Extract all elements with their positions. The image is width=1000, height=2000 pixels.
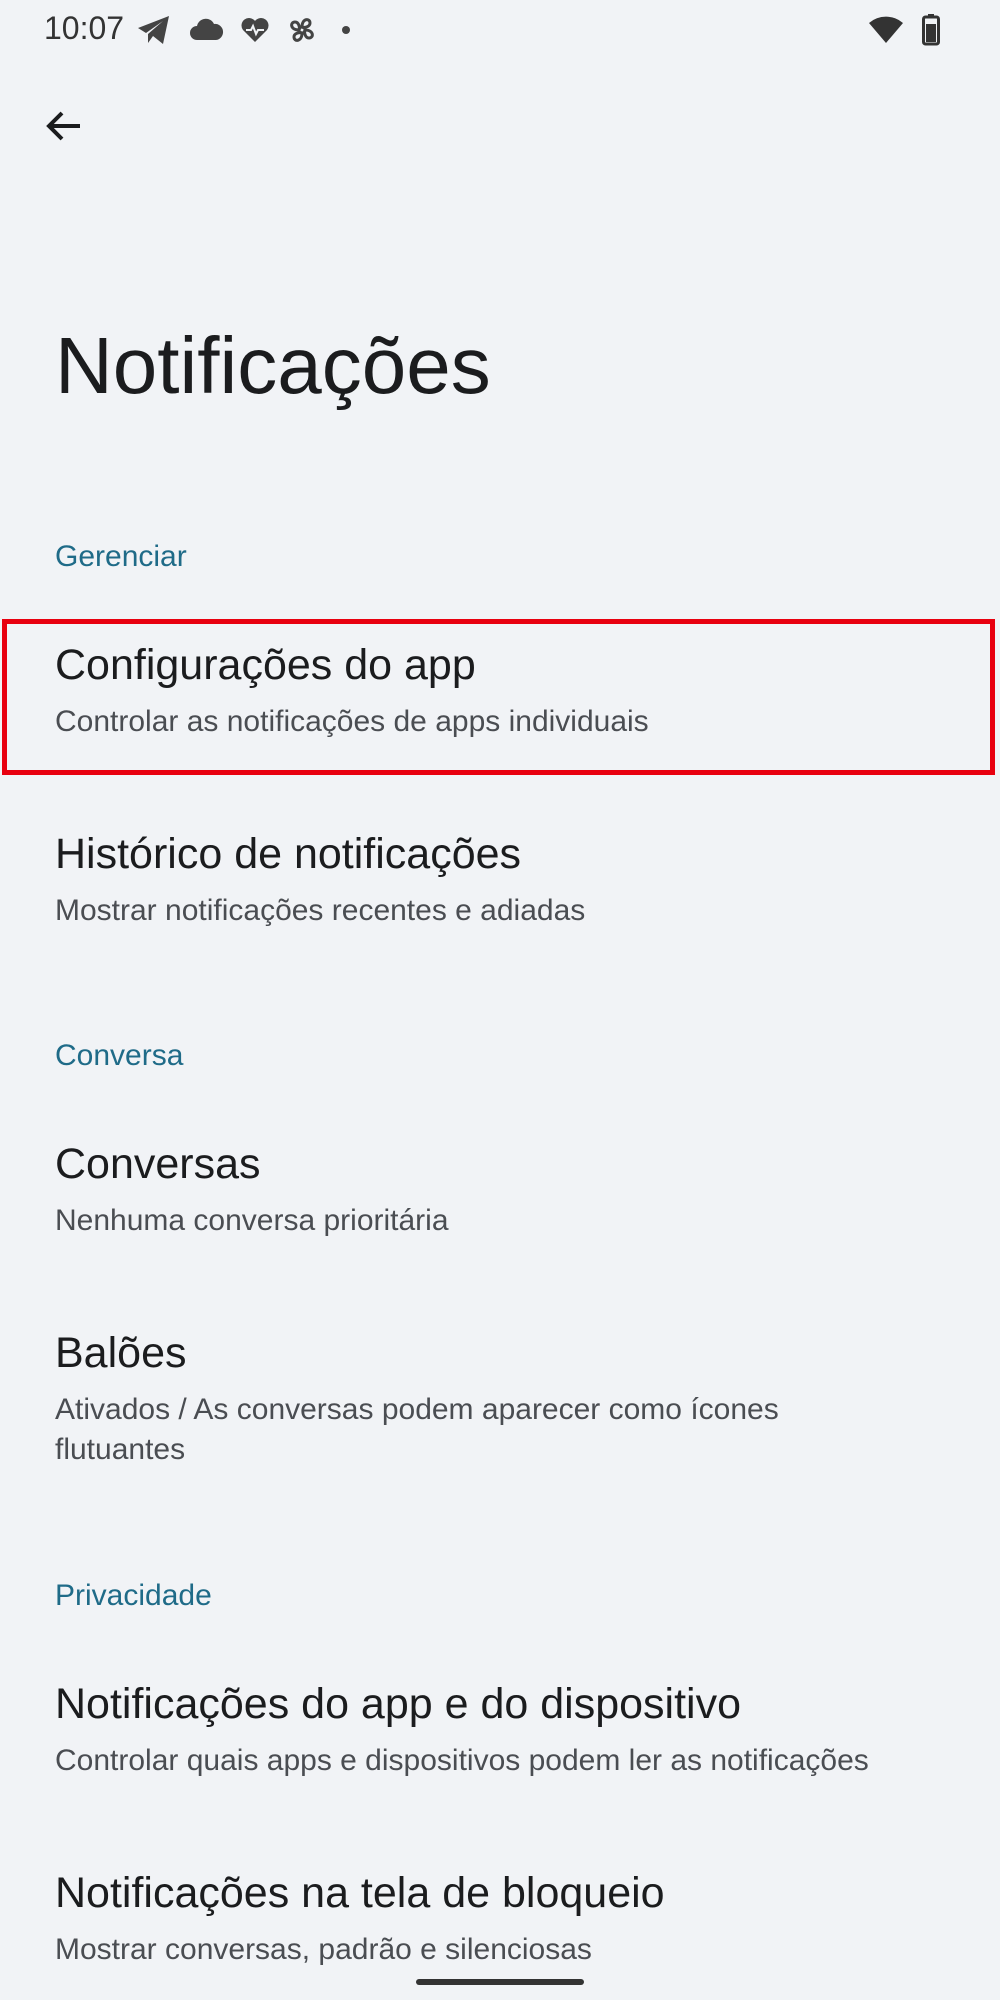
section-header-conversation: Conversa bbox=[55, 1039, 184, 1072]
pref-device-app-notifications[interactable]: Notificações do app e do dispositivo Con… bbox=[0, 1679, 1000, 1781]
pref-bubbles[interactable]: Balões Ativados / As conversas podem apa… bbox=[0, 1328, 1000, 1470]
cloud-icon bbox=[188, 16, 224, 44]
dot-icon bbox=[334, 18, 358, 42]
status-icons-right bbox=[868, 14, 940, 51]
battery-icon bbox=[922, 14, 940, 51]
heart-monitor-icon bbox=[240, 16, 270, 44]
pref-summary: Mostrar conversas, padrão e silenciosas bbox=[55, 1932, 592, 1966]
notifications-screen: 10:07 Notificações Gerenciar Configuraçõ… bbox=[0, 0, 1000, 2000]
arrow-back-icon bbox=[44, 106, 84, 151]
pref-title: Notificações na tela de bloqueio bbox=[55, 1869, 665, 1917]
section-header-privacy: Privacidade bbox=[55, 1579, 212, 1612]
pref-title: Configurações do app bbox=[55, 641, 476, 689]
pref-app-settings[interactable]: Configurações do app Controlar as notifi… bbox=[0, 640, 1000, 742]
pref-title: Balões bbox=[55, 1329, 187, 1377]
pref-title: Conversas bbox=[55, 1140, 261, 1188]
pref-lock-screen-notifications[interactable]: Notificações na tela de bloqueio Mostrar… bbox=[0, 1868, 1000, 1970]
status-bar: 10:07 bbox=[0, 0, 1000, 64]
pref-notification-history[interactable]: Histórico de notificações Mostrar notifi… bbox=[0, 829, 1000, 931]
status-time: 10:07 bbox=[44, 10, 125, 46]
pref-summary: Controlar quais apps e dispositivos pode… bbox=[55, 1743, 869, 1777]
pref-title: Notificações do app e do dispositivo bbox=[55, 1680, 742, 1728]
pref-summary: Controlar as notificações de apps indivi… bbox=[55, 704, 649, 738]
section-header-manage: Gerenciar bbox=[55, 540, 187, 573]
gesture-nav-handle[interactable] bbox=[416, 1979, 584, 1985]
pref-summary: Mostrar notificações recentes e adiadas bbox=[55, 893, 586, 927]
pref-title: Histórico de notificações bbox=[55, 830, 522, 878]
pinwheel-icon bbox=[286, 14, 318, 46]
pref-conversations[interactable]: Conversas Nenhuma conversa prioritária bbox=[0, 1139, 1000, 1241]
wifi-icon bbox=[868, 15, 904, 50]
pref-summary: Nenhuma conversa prioritária bbox=[55, 1203, 449, 1237]
page-title: Notificações bbox=[55, 321, 491, 410]
back-button[interactable] bbox=[32, 96, 96, 160]
status-icons-left bbox=[136, 14, 358, 46]
pref-summary: Ativados / As conversas podem aparecer c… bbox=[55, 1392, 779, 1466]
telegram-icon bbox=[136, 14, 172, 46]
